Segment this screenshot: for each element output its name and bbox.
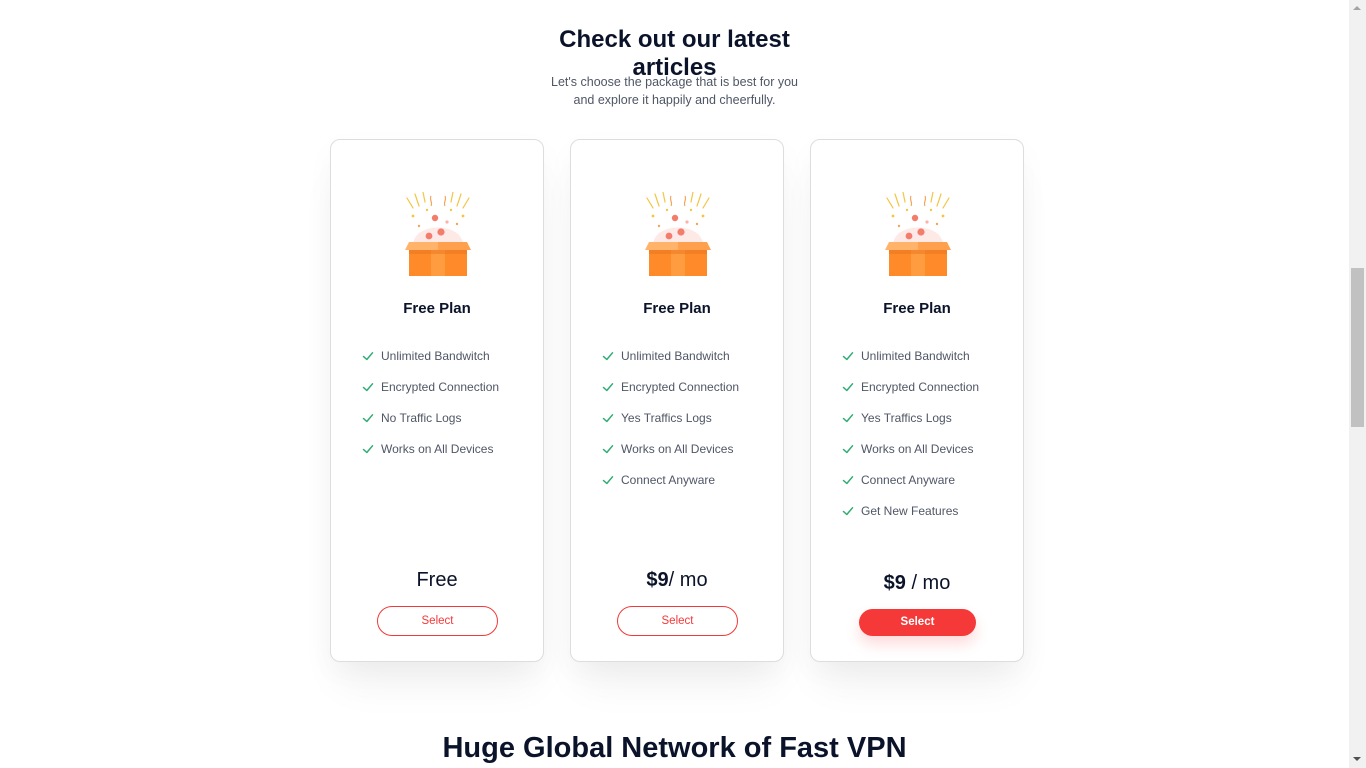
feature-item: Unlimited Bandwitch <box>362 340 499 371</box>
check-icon <box>602 412 614 424</box>
feature-label: Encrypted Connection <box>621 379 740 394</box>
section-title-line-1: Check out our latest <box>559 25 790 53</box>
check-icon <box>602 474 614 486</box>
vertical-scrollbar[interactable] <box>1349 0 1366 768</box>
pricing-card: Free Plan Unlimited Bandwitch Encrypted … <box>330 139 544 662</box>
price-period: / mo <box>668 569 708 591</box>
section-subtitle-line-1: Let's choose the package that is best fo… <box>551 75 798 89</box>
feature-label: Works on All Devices <box>381 441 494 456</box>
check-icon <box>842 443 854 455</box>
feature-label: Yes Traffics Logs <box>861 410 952 425</box>
feature-item: No Traffic Logs <box>362 402 499 433</box>
gift-box-icon <box>401 191 475 278</box>
network-section-title: Huge Global Network of Fast VPN <box>442 732 907 764</box>
feature-label: No Traffic Logs <box>381 410 462 425</box>
feature-label: Get New Features <box>861 503 959 518</box>
feature-item: Unlimited Bandwitch <box>602 340 739 371</box>
price-amount: $9 <box>883 572 906 594</box>
check-icon <box>842 381 854 393</box>
check-icon <box>362 443 374 455</box>
scroll-up-arrow-icon[interactable] <box>1353 6 1361 10</box>
feature-label: Unlimited Bandwitch <box>381 348 490 363</box>
scrollbar-thumb[interactable] <box>1351 268 1364 427</box>
feature-item: Connect Anyware <box>842 464 979 495</box>
feature-label: Connect Anyware <box>861 472 956 487</box>
feature-label: Encrypted Connection <box>381 379 500 394</box>
feature-item: Works on All Devices <box>362 433 499 464</box>
feature-item: Connect Anyware <box>602 464 739 495</box>
pricing-card: Free Plan Unlimited Bandwitch Encrypted … <box>570 139 784 662</box>
pricing-page: Check out our latest articles Let's choo… <box>0 0 1349 768</box>
check-icon <box>602 381 614 393</box>
section-subtitle: Let's choose the package that is best fo… <box>0 73 1349 109</box>
check-icon <box>362 381 374 393</box>
feature-label: Unlimited Bandwitch <box>621 348 730 363</box>
feature-item: Get New Features <box>842 495 979 526</box>
plan-price: $9 / mo <box>811 572 1023 595</box>
select-plan-button[interactable]: Select <box>377 606 498 636</box>
feature-label: Yes Traffics Logs <box>621 410 712 425</box>
feature-list: Unlimited Bandwitch Encrypted Connection… <box>602 340 739 495</box>
feature-item: Yes Traffics Logs <box>602 402 739 433</box>
check-icon <box>842 350 854 362</box>
feature-list: Unlimited Bandwitch Encrypted Connection… <box>362 340 499 464</box>
feature-item: Yes Traffics Logs <box>842 402 979 433</box>
feature-item: Encrypted Connection <box>602 371 739 402</box>
feature-item: Encrypted Connection <box>842 371 979 402</box>
feature-item: Encrypted Connection <box>362 371 499 402</box>
price-amount: $9 <box>646 569 669 591</box>
plan-price: $9/ mo <box>571 569 783 592</box>
select-plan-button[interactable]: Select <box>859 609 976 636</box>
check-icon <box>362 350 374 362</box>
scroll-down-arrow-icon[interactable] <box>1353 757 1361 761</box>
check-icon <box>602 350 614 362</box>
feature-label: Works on All Devices <box>621 441 734 456</box>
select-plan-button[interactable]: Select <box>617 606 738 636</box>
price-period: / mo <box>905 572 951 594</box>
feature-label: Connect Anyware <box>621 472 716 487</box>
feature-label: Unlimited Bandwitch <box>861 348 970 363</box>
feature-item: Works on All Devices <box>842 433 979 464</box>
section-subtitle-line-2: and explore it happily and cheerfully. <box>573 93 776 107</box>
feature-label: Works on All Devices <box>861 441 974 456</box>
check-icon <box>842 474 854 486</box>
gift-box-icon <box>641 191 715 278</box>
pricing-card: Free Plan Unlimited Bandwitch Encrypted … <box>810 139 1024 662</box>
feature-item: Unlimited Bandwitch <box>842 340 979 371</box>
check-icon <box>842 412 854 424</box>
feature-label: Encrypted Connection <box>861 379 980 394</box>
feature-item: Works on All Devices <box>602 433 739 464</box>
plan-title: Free Plan <box>883 300 951 317</box>
plan-title: Free Plan <box>403 300 471 317</box>
feature-list: Unlimited Bandwitch Encrypted Connection… <box>842 340 979 526</box>
gift-box-icon <box>881 191 955 278</box>
price-amount: Free <box>416 569 458 591</box>
check-icon <box>842 505 854 517</box>
plan-price: Free <box>331 569 543 592</box>
check-icon <box>362 412 374 424</box>
check-icon <box>602 443 614 455</box>
plan-title: Free Plan <box>643 300 711 317</box>
